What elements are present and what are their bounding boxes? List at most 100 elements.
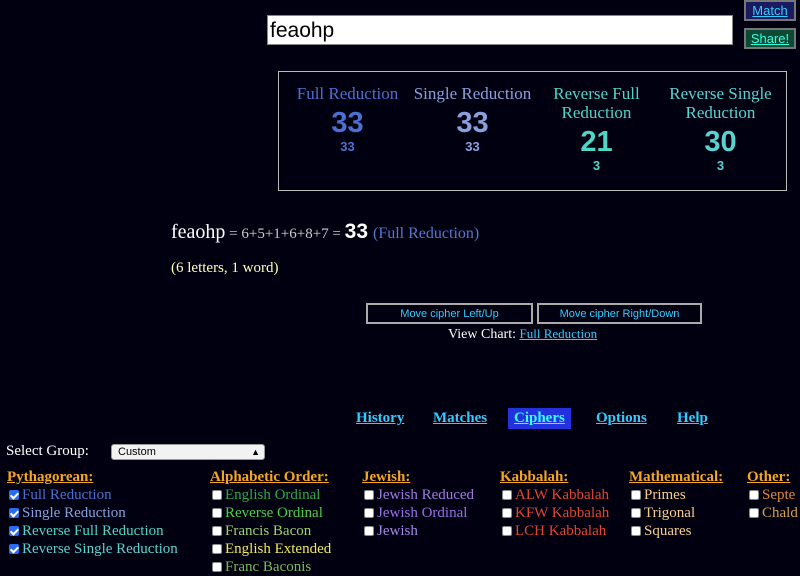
nav-history[interactable]: History — [350, 408, 410, 429]
cipher-group-title[interactable]: Other: — [747, 468, 798, 486]
cipher-checkbox[interactable] — [502, 526, 512, 536]
cipher-option[interactable]: Reverse Single Reduction — [7, 540, 178, 558]
move-cipher-left-button[interactable]: Move cipher Left/Up — [366, 303, 533, 324]
cipher-summary-table: Full Reduction 33 33 Single Reduction 33… — [278, 71, 787, 191]
cipher-option[interactable]: Jewish — [362, 522, 474, 540]
equation-total: 33 — [344, 220, 368, 243]
cipher-checkbox[interactable] — [9, 508, 19, 518]
equation-word: feaohp — [171, 221, 226, 243]
cipher-checkbox[interactable] — [9, 490, 19, 500]
cipher-option[interactable]: Jewish Ordinal — [362, 504, 474, 522]
cipher-option-label: English Extended — [225, 541, 332, 557]
cipher-option-label: ALW Kabbalah — [515, 487, 609, 503]
cipher-subvalue: 33 — [465, 139, 480, 154]
cipher-checkbox[interactable] — [9, 526, 19, 536]
cipher-name: Full Reduction — [296, 84, 399, 103]
view-chart-label: View Chart: — [448, 327, 516, 342]
cipher-option-label: Reverse Full Reduction — [22, 523, 164, 539]
cipher-option[interactable]: Trigonal — [629, 504, 723, 522]
nav-matches[interactable]: Matches — [427, 408, 493, 429]
nav-options[interactable]: Options — [590, 408, 653, 429]
summary-col-single-reduction: Single Reduction 33 33 — [410, 84, 535, 154]
cipher-checkbox[interactable] — [364, 508, 374, 518]
cipher-option[interactable]: English Ordinal — [210, 486, 331, 504]
cipher-option[interactable]: Jewish Reduced — [362, 486, 474, 504]
cipher-option[interactable]: Squares — [629, 522, 723, 540]
cipher-checkbox[interactable] — [749, 508, 759, 518]
cipher-checkbox[interactable] — [212, 562, 222, 572]
cipher-value: 30 — [704, 126, 737, 158]
summary-col-reverse-single-reduction: Reverse Single Reduction 30 3 — [658, 84, 783, 173]
cipher-value: 21 — [580, 126, 613, 158]
cipher-option[interactable]: LCH Kabbalah — [500, 522, 609, 540]
cipher-option-label: Full Reduction — [22, 487, 112, 503]
cipher-subvalue: 3 — [592, 158, 601, 173]
cipher-option-label: Reverse Single Reduction — [22, 541, 178, 557]
cipher-group-title[interactable]: Mathematical: — [629, 468, 723, 486]
cipher-option[interactable]: Primes — [629, 486, 723, 504]
cipher-option-label: Francis Bacon — [225, 523, 312, 539]
view-chart-link[interactable]: Full Reduction — [519, 326, 597, 341]
cipher-checkbox[interactable] — [631, 508, 641, 518]
cipher-option-label: Reverse Ordinal — [225, 505, 323, 521]
cipher-checkbox[interactable] — [212, 526, 222, 536]
cipher-name: Reverse Single Reduction — [669, 84, 772, 122]
cipher-value: 33 — [331, 107, 364, 139]
cipher-checkbox[interactable] — [749, 490, 759, 500]
cipher-option[interactable]: Septe — [747, 486, 798, 504]
calculation-breakdown: feaohp = 6+5+1+6+8+7 = 33 (Full Reductio… — [171, 220, 479, 244]
cipher-checkbox[interactable] — [502, 508, 512, 518]
cipher-group: Kabbalah: ALW Kabbalah KFW Kabbalah LCH Kab… — [500, 468, 609, 540]
nav-ciphers[interactable]: Ciphers — [508, 408, 571, 429]
select-group-value: Custom — [118, 446, 156, 458]
cipher-group-title[interactable]: Alphabetic Order: — [210, 468, 331, 486]
cipher-option[interactable]: Francis Bacon — [210, 522, 331, 540]
cipher-checkbox[interactable] — [212, 490, 222, 500]
cipher-checkbox[interactable] — [364, 490, 374, 500]
cipher-group-title[interactable]: Jewish: — [362, 468, 474, 486]
cipher-checkbox[interactable] — [502, 490, 512, 500]
cipher-option-label: Jewish — [377, 523, 418, 539]
cipher-group-title[interactable]: Kabbalah: — [500, 468, 609, 486]
cipher-option[interactable]: Franc Baconis — [210, 558, 331, 576]
select-group-label: Select Group: — [6, 443, 89, 459]
cipher-option[interactable]: ALW Kabbalah — [500, 486, 609, 504]
cipher-option-label: Squares — [644, 523, 692, 539]
search-input[interactable]: feaohp — [267, 15, 733, 45]
dropdown-arrow-icon: ▲ — [251, 447, 260, 457]
cipher-checkbox[interactable] — [9, 544, 19, 554]
cipher-name: Single Reduction — [413, 84, 532, 103]
cipher-group-title[interactable]: Pythagorean: — [7, 468, 178, 486]
cipher-option-label: Primes — [644, 487, 686, 503]
cipher-option[interactable]: Chald — [747, 504, 798, 522]
cipher-checkbox[interactable] — [212, 544, 222, 554]
nav-help[interactable]: Help — [671, 408, 714, 429]
cipher-option-label: Single Reduction — [22, 505, 126, 521]
cipher-option-label: Septe — [762, 487, 796, 503]
cipher-checkbox[interactable] — [631, 490, 641, 500]
cipher-option-label: Trigonal — [644, 505, 696, 521]
share-button[interactable]: Share! — [744, 28, 796, 49]
summary-col-full-reduction: Full Reduction 33 33 — [285, 84, 410, 154]
cipher-group: Other: Septe Chald — [747, 468, 798, 522]
cipher-checkbox[interactable] — [212, 508, 222, 518]
cipher-option-label: Chald — [762, 505, 798, 521]
cipher-group: Jewish: Jewish Reduced Jewish Ordinal Jewis… — [362, 468, 474, 540]
move-cipher-right-button[interactable]: Move cipher Right/Down — [537, 303, 702, 324]
cipher-subvalue: 3 — [716, 158, 725, 173]
cipher-option[interactable]: Full Reduction — [7, 486, 178, 504]
match-button[interactable]: Match — [744, 0, 796, 21]
cipher-option[interactable]: KFW Kabbalah — [500, 504, 609, 522]
cipher-option[interactable]: English Extended — [210, 540, 331, 558]
cipher-option[interactable]: Reverse Ordinal — [210, 504, 331, 522]
letter-word-count: (6 letters, 1 word) — [171, 260, 279, 276]
cipher-subvalue: 33 — [340, 139, 355, 154]
cipher-name: Reverse Full Reduction — [553, 84, 640, 122]
cipher-checkbox[interactable] — [364, 526, 374, 536]
cipher-option-label: Jewish Ordinal — [377, 505, 468, 521]
cipher-option[interactable]: Reverse Full Reduction — [7, 522, 178, 540]
select-group-dropdown[interactable]: Custom ▲ — [111, 444, 265, 460]
cipher-option[interactable]: Single Reduction — [7, 504, 178, 522]
cipher-checkbox[interactable] — [631, 526, 641, 536]
summary-col-reverse-full-reduction: Reverse Full Reduction 21 3 — [534, 84, 659, 173]
